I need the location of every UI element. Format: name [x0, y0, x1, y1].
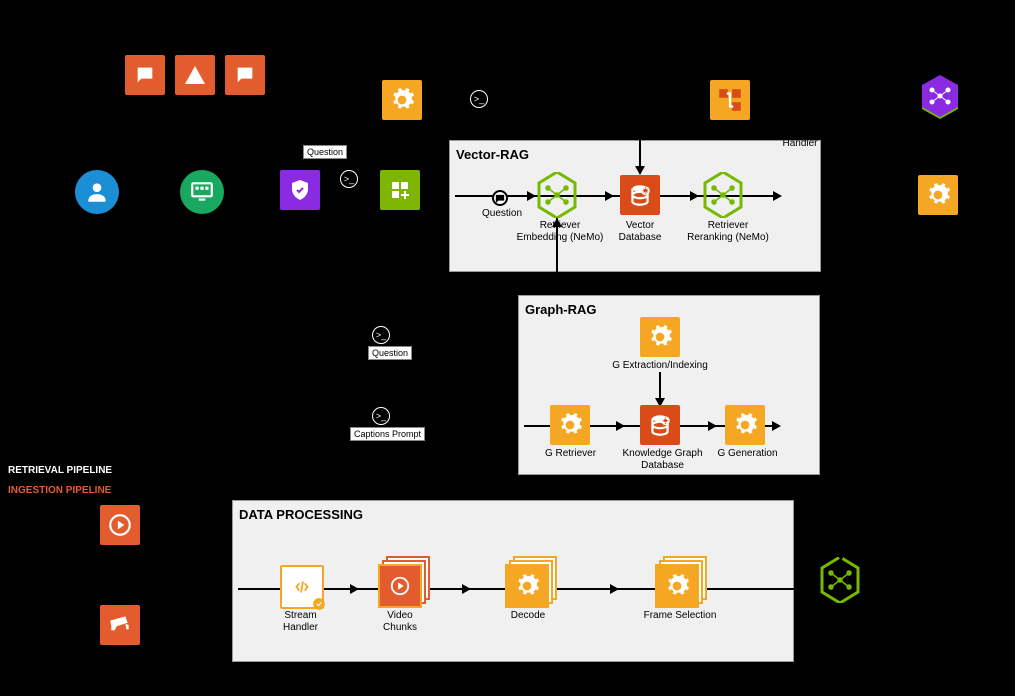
grid-add-icon [380, 170, 420, 210]
prompt-icon-2 [225, 55, 265, 95]
gear-icon [382, 80, 422, 120]
vector-database-label: Vector Database [610, 220, 670, 244]
vlm-nim-label: VLM NIM [815, 606, 865, 630]
play-circle-icon [100, 505, 140, 545]
gear-icon-right [918, 175, 958, 215]
retrieval-pipeline-label: RETRIEVAL PIPELINE [8, 465, 112, 476]
vector-database-node [620, 175, 660, 215]
captions-prompt-tag: Captions Prompt [350, 427, 425, 441]
prompt-dot-icon-4: >_ [372, 407, 390, 425]
g-retriever-label: G Retriever [538, 448, 603, 460]
warning-icon [175, 55, 215, 95]
dense-captions-label: Dense Captions [455, 280, 512, 290]
stream-handler-node [280, 565, 324, 609]
person-icon [75, 170, 119, 214]
decode-node [505, 556, 549, 600]
question-node [492, 190, 508, 206]
frame-selection-label: Frame Selection [635, 610, 725, 622]
decode-label: Decode [498, 610, 558, 622]
surveillance-camera-icon [100, 605, 140, 645]
handler-label: Handler [770, 138, 830, 150]
prompt-dot-icon-3: >_ [372, 326, 390, 344]
diagram-canvas: >_ >_ Question Vector-RAG Handler Questi… [0, 0, 1015, 696]
prompt-dot-icon: >_ [470, 90, 488, 108]
retriever-embedding-node [537, 172, 577, 218]
pipeline-block-icon [710, 80, 750, 120]
video-chunks-label: Video Chunks [370, 610, 430, 634]
question-label: Question [477, 208, 527, 220]
question-tag-2: Question [368, 346, 412, 360]
shield-check-icon [280, 170, 320, 210]
g-extraction-label: G Extraction/Indexing [605, 360, 715, 372]
g-retriever-node [550, 405, 590, 445]
g-extraction-node [640, 317, 680, 357]
ingestion-pipeline-label: INGESTION PIPELINE [8, 485, 111, 496]
frame-selection-node [655, 556, 699, 600]
g-generation-node [725, 405, 765, 445]
question-tag-1: Question [303, 145, 347, 159]
vector-rag-title: Vector-RAG [450, 141, 535, 168]
stream-handler-label: Stream Handler [268, 610, 333, 634]
vlm-nim-node [820, 557, 860, 603]
knowledge-graph-db-label: Knowledge Graph Database [615, 448, 710, 472]
prompt-dot-icon-2: >_ [340, 170, 358, 188]
network-hex-icon [920, 75, 960, 121]
monitor-grid-icon [180, 170, 224, 214]
prompt-icon [125, 55, 165, 95]
retriever-reranking-label: Retriever Reranking (NeMo) [683, 220, 773, 244]
retriever-reranking-node [703, 172, 743, 218]
data-processing-title: DATA PROCESSING [233, 501, 369, 528]
g-generation-label: G Generation [710, 448, 785, 460]
graph-rag-title: Graph-RAG [519, 296, 603, 323]
video-chunks-node [378, 556, 422, 600]
knowledge-graph-db-node [640, 405, 680, 445]
